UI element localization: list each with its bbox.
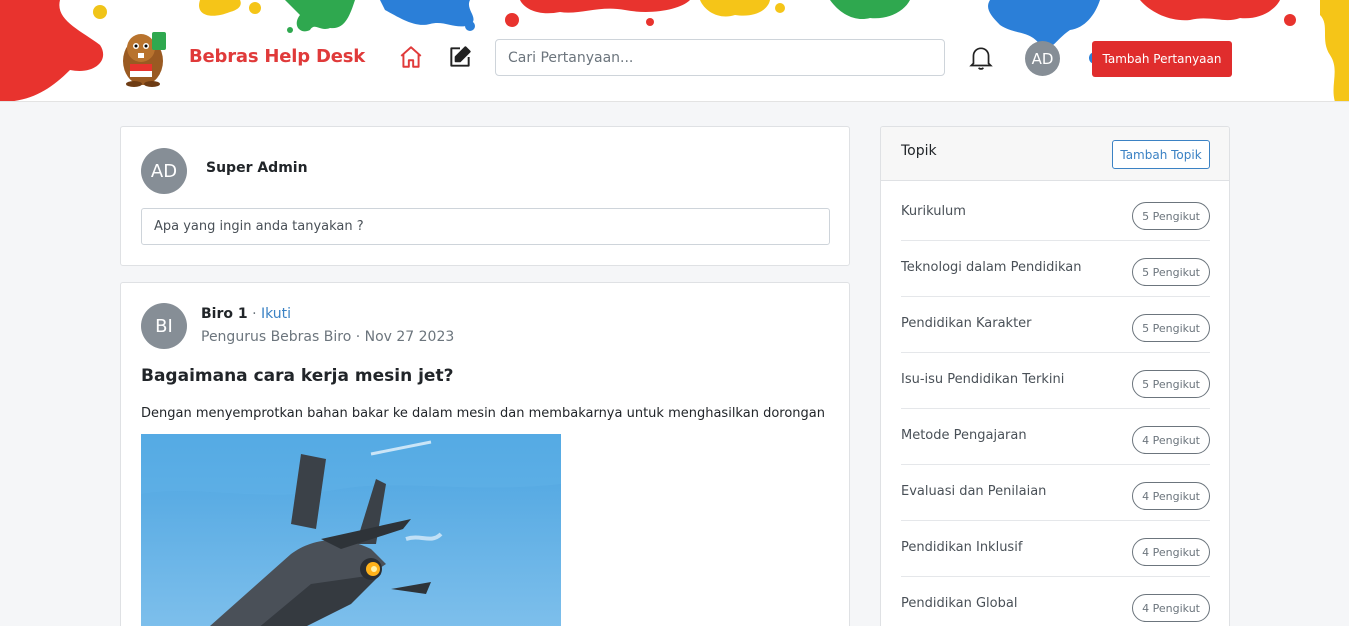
author-avatar: BI	[141, 303, 187, 349]
follower-count-badge: 5 Pengikut	[1132, 314, 1210, 342]
topic-item[interactable]: Metode Pengajaran 4 Pengikut	[901, 409, 1210, 465]
topic-item[interactable]: Pendidikan Karakter 5 Pengikut	[901, 297, 1210, 353]
current-user-name: Super Admin	[206, 160, 308, 176]
question-post: BI Biro 1 · Ikuti Pengurus Bebras Biro ·…	[120, 282, 850, 626]
bell-icon[interactable]	[968, 44, 994, 72]
ask-question-input[interactable]: Apa yang ingin anda tanyakan ?	[141, 208, 830, 245]
topic-name: Pendidikan Inklusif	[901, 540, 1023, 555]
home-icon[interactable]	[398, 44, 424, 70]
topic-item[interactable]: Pendidikan Inklusif 4 Pengikut	[901, 521, 1210, 577]
ask-question-card: AD Super Admin Apa yang ingin anda tanya…	[120, 126, 850, 266]
avatar: AD	[141, 148, 187, 194]
brand-title[interactable]: Bebras Help Desk	[189, 46, 365, 67]
topic-item[interactable]: Evaluasi dan Penilaian 4 Pengikut	[901, 465, 1210, 521]
topics-title: Topik	[901, 143, 937, 159]
beaver-logo[interactable]	[116, 26, 170, 88]
topic-list: Kurikulum 5 Pengikut Teknologi dalam Pen…	[901, 185, 1210, 626]
fighter-jet-image	[141, 434, 561, 626]
edit-icon[interactable]	[447, 44, 473, 70]
topic-name: Isu-isu Pendidikan Terkini	[901, 372, 1065, 387]
post-meta: Pengurus Bebras Biro · Nov 27 2023	[201, 329, 455, 345]
follower-count-badge: 5 Pengikut	[1132, 202, 1210, 230]
topics-panel: Topik Tambah Topik Kurikulum 5 Pengikut …	[880, 126, 1230, 626]
separator: ·	[252, 306, 257, 322]
topic-name: Pendidikan Karakter	[901, 316, 1032, 331]
user-avatar[interactable]: AD	[1025, 41, 1060, 76]
follower-count-badge: 4 Pengikut	[1132, 482, 1210, 510]
add-question-button[interactable]: Tambah Pertanyaan	[1092, 41, 1232, 77]
topic-item[interactable]: Pendidikan Global 4 Pengikut	[901, 577, 1210, 626]
topics-header: Topik Tambah Topik	[881, 127, 1229, 181]
topic-name: Evaluasi dan Penilaian	[901, 484, 1047, 499]
author-name[interactable]: Biro 1	[201, 306, 248, 322]
add-topic-button[interactable]: Tambah Topik	[1112, 140, 1210, 169]
follower-count-badge: 4 Pengikut	[1132, 538, 1210, 566]
follower-count-badge: 4 Pengikut	[1132, 594, 1210, 622]
top-navbar: Bebras Help Desk AD Tambah Pertanyaan	[0, 0, 1349, 102]
topic-name: Pendidikan Global	[901, 596, 1018, 611]
follower-count-badge: 5 Pengikut	[1132, 370, 1210, 398]
post-author-line: Biro 1 · Ikuti	[201, 306, 291, 322]
post-title[interactable]: Bagaimana cara kerja mesin jet?	[141, 366, 453, 386]
post-body: Dengan menyemprotkan bahan bakar ke dala…	[141, 406, 825, 421]
search-input[interactable]	[495, 39, 945, 76]
topic-item[interactable]: Isu-isu Pendidikan Terkini 5 Pengikut	[901, 353, 1210, 409]
follower-count-badge: 4 Pengikut	[1132, 426, 1210, 454]
topic-item[interactable]: Kurikulum 5 Pengikut	[901, 185, 1210, 241]
follower-count-badge: 5 Pengikut	[1132, 258, 1210, 286]
topic-name: Teknologi dalam Pendidikan	[901, 260, 1082, 275]
topic-item[interactable]: Teknologi dalam Pendidikan 5 Pengikut	[901, 241, 1210, 297]
topic-name: Kurikulum	[901, 204, 966, 219]
topic-name: Metode Pengajaran	[901, 428, 1027, 443]
follow-link[interactable]: Ikuti	[261, 306, 291, 322]
